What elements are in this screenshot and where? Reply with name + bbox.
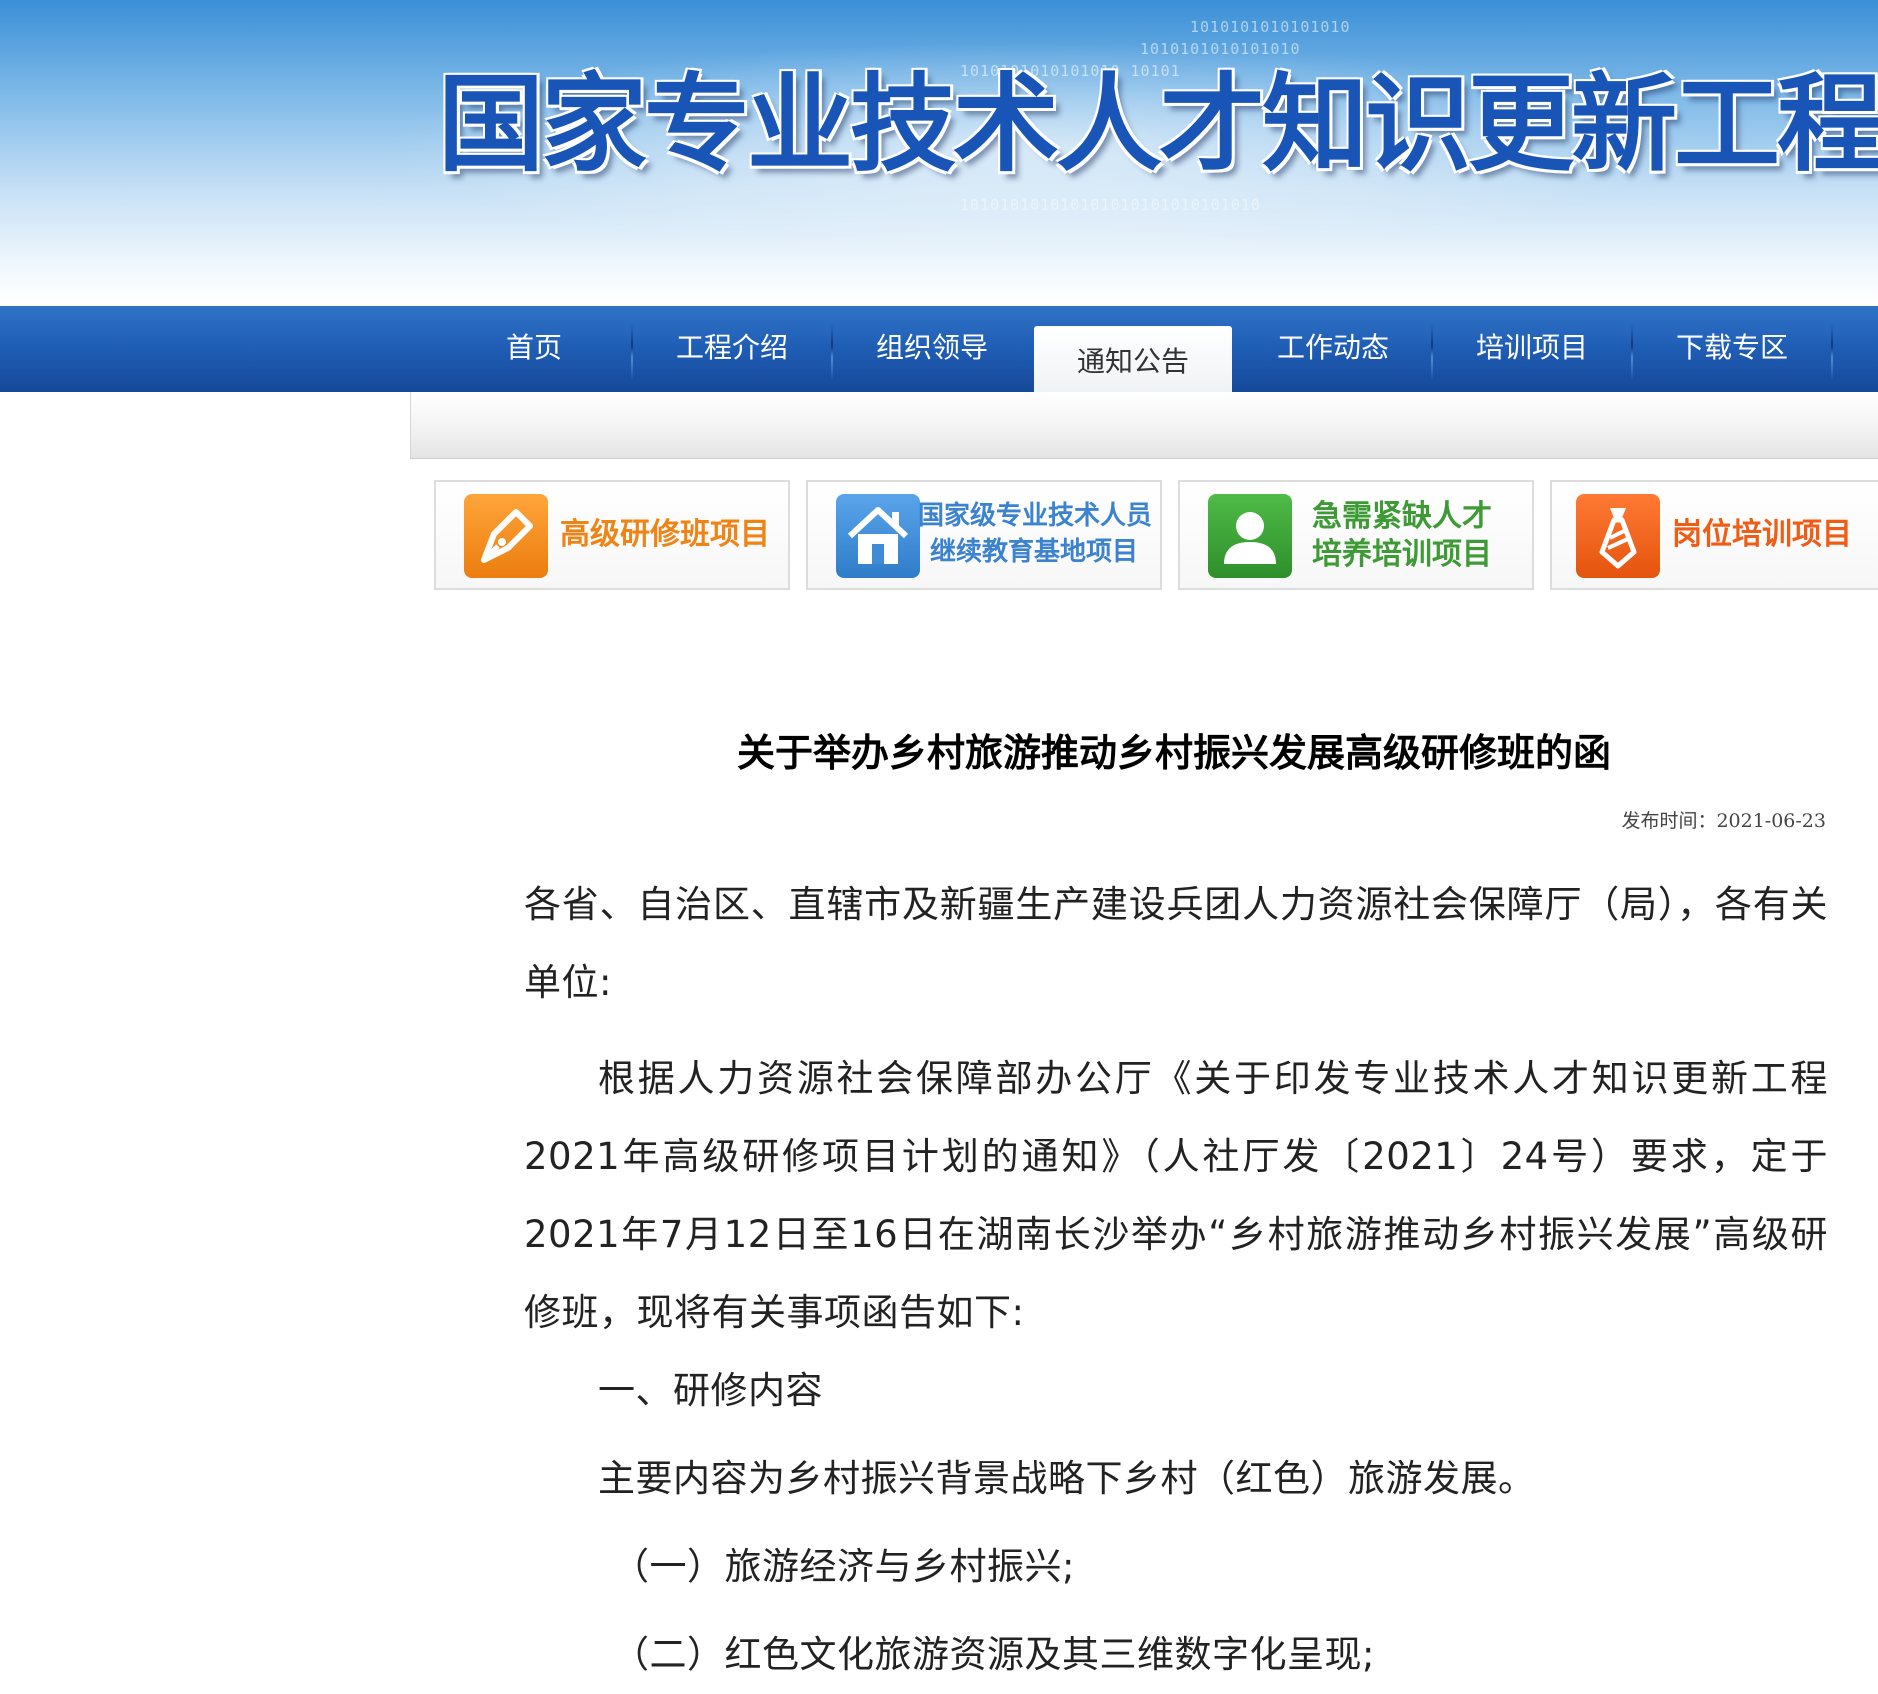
nav-item-work-news[interactable]: 工作动态 <box>1234 306 1432 392</box>
project-label: 高级研修班项目 <box>560 517 770 552</box>
section-text: 主要内容为乡村振兴背景战略下乡村（红色）旅游发展。 <box>598 1457 1536 1500</box>
site-title: 国家专业技术人才知识更新工程 <box>438 63 1878 186</box>
banner-binary-decor: 1010101010101010 <box>1190 18 1351 36</box>
project-label-line: 继续教育基地项目 <box>930 537 1139 567</box>
list-item: （一）旅游经济与乡村振兴; <box>612 1545 1075 1588</box>
nav-item-project-intro[interactable]: 工程介绍 <box>633 306 831 392</box>
nav-item-home[interactable]: 首页 <box>435 306 633 392</box>
person-icon <box>1208 494 1292 578</box>
project-education-base-button[interactable]: 国家级专业技术人员 继续教育基地项目 <box>806 480 1162 590</box>
list-item: （二）红色文化旅游资源及其三维数字化呈现; <box>612 1633 1375 1676</box>
banner-binary-decor: 1010101010101010 <box>1140 40 1301 58</box>
project-label: 国家级专业技术人员 继续教育基地项目 <box>918 498 1152 570</box>
nav-item-training-projects[interactable]: 培训项目 <box>1433 306 1631 392</box>
article-intro-paragraph: 根据人力资源社会保障部办公厅《关于印发专业技术人才知识更新工程2021年高级研修… <box>524 1057 1828 1334</box>
publish-date: 发布时间：2021-06-23 <box>1621 810 1826 832</box>
project-label: 急需紧缺人才 培养培训项目 <box>1312 498 1524 574</box>
project-label-line: 急需紧缺人才 <box>1312 499 1492 534</box>
nav-item-leadership[interactable]: 组织领导 <box>833 306 1031 392</box>
project-label-line: 培养培训项目 <box>1312 537 1492 572</box>
banner-binary-decor: 101010101010101010101010101010 <box>960 196 1261 214</box>
project-label: 岗位培训项目 <box>1672 517 1852 552</box>
project-shortage-talent-button[interactable]: 急需紧缺人才 培养培训项目 <box>1178 480 1534 590</box>
nav-item-notices[interactable]: 通知公告 <box>1034 326 1232 400</box>
site-banner: 1010101010101010 1010101010101010 101010… <box>0 0 1878 306</box>
sub-nav-bar <box>410 392 1878 459</box>
project-advanced-seminar-button[interactable]: 高级研修班项目 <box>434 480 790 590</box>
nav-separator <box>1831 324 1833 380</box>
section-heading: 一、研修内容 <box>598 1369 823 1412</box>
article-addressee: 各省、自治区、直辖市及新疆生产建设兵团人力资源社会保障厅（局），各有关单位: <box>524 883 1828 1004</box>
main-nav: 首页 工程介绍 组织领导 通知公告 工作动态 培训项目 下载专区 <box>0 306 1878 400</box>
tie-icon <box>1576 494 1660 578</box>
house-icon <box>836 494 920 578</box>
article-title: 关于举办乡村旅游推动乡村振兴发展高级研修班的函 <box>736 731 1611 775</box>
nav-item-downloads[interactable]: 下载专区 <box>1633 306 1831 392</box>
project-job-training-button[interactable]: 岗位培训项目 <box>1550 480 1878 590</box>
project-label-line: 国家级专业技术人员 <box>918 501 1153 531</box>
pen-icon <box>464 494 548 578</box>
